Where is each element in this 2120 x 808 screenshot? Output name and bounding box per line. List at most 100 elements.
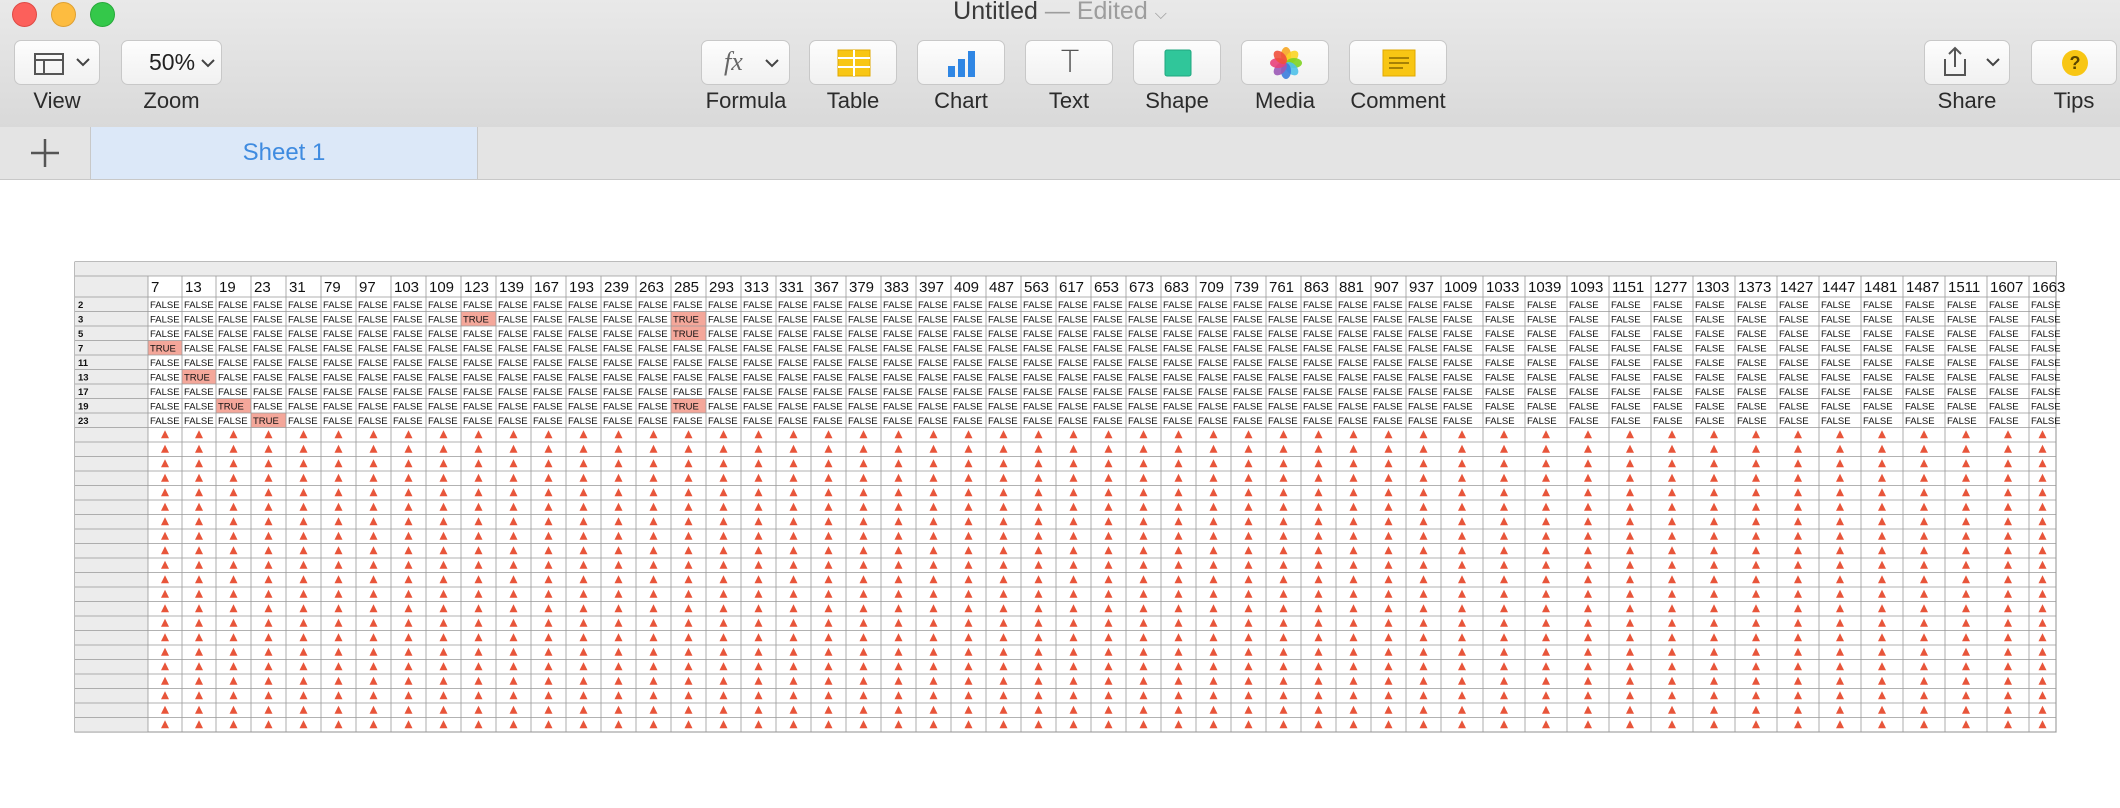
table-cell: FALSE	[1905, 358, 1935, 369]
column-header-cell: 397	[919, 279, 944, 296]
table-cell: FALSE	[323, 416, 353, 427]
column-reference-bar	[75, 262, 2056, 276]
table-cell: FALSE	[323, 315, 353, 326]
table-cell: FALSE	[953, 344, 983, 355]
table-cell: FALSE	[1338, 358, 1368, 369]
table-cell: FALSE	[1198, 416, 1228, 427]
table-cell: FALSE	[1023, 373, 1053, 384]
table-cell: FALSE	[988, 344, 1018, 355]
table-cell: TRUE	[673, 315, 699, 326]
table-cell: TRUE	[184, 373, 210, 384]
table-cell: FALSE	[1611, 358, 1641, 369]
table-cell: FALSE	[1408, 373, 1438, 384]
column-header-cell: 79	[324, 279, 341, 296]
table-cell: FALSE	[708, 387, 738, 398]
table-cell: FALSE	[218, 416, 248, 427]
table-cell: FALSE	[253, 387, 283, 398]
table-cell: FALSE	[1989, 387, 2019, 398]
table-cell: FALSE	[1023, 300, 1053, 311]
table-cell: FALSE	[813, 416, 843, 427]
row-header-cell: 5	[78, 329, 84, 340]
column-header-cell: 863	[1304, 279, 1329, 296]
table-cell: FALSE	[1058, 387, 1088, 398]
table-cell: FALSE	[428, 387, 458, 398]
table-cell: FALSE	[1163, 402, 1193, 413]
column-header-cell: 1373	[1738, 279, 1771, 296]
table-cell: FALSE	[498, 358, 528, 369]
table-cell: FALSE	[1779, 402, 1809, 413]
table-cell: FALSE	[1569, 373, 1599, 384]
table-cell: FALSE	[1653, 402, 1683, 413]
table-cell: FALSE	[1198, 329, 1228, 340]
table-cell: FALSE	[184, 358, 214, 369]
column-header-cell: 563	[1024, 279, 1049, 296]
table-cell: FALSE	[1023, 344, 1053, 355]
table-cell: FALSE	[1989, 344, 2019, 355]
table-cell: FALSE	[1303, 373, 1333, 384]
table-cell: FALSE	[1443, 402, 1473, 413]
table-cell: FALSE	[1779, 344, 1809, 355]
column-header-cell: 761	[1269, 279, 1294, 296]
table-cell: TRUE	[253, 416, 279, 427]
table-cell: FALSE	[1338, 387, 1368, 398]
table-cell: FALSE	[1443, 387, 1473, 398]
table-cell: FALSE	[1128, 387, 1158, 398]
table-cell: FALSE	[1611, 416, 1641, 427]
table-cell: FALSE	[428, 329, 458, 340]
table-cell: FALSE	[1485, 402, 1515, 413]
table-cell: FALSE	[603, 344, 633, 355]
table-cell: FALSE	[463, 402, 493, 413]
table-cell: FALSE	[1093, 329, 1123, 340]
table-cell: FALSE	[2031, 416, 2061, 427]
table-cell: TRUE	[218, 402, 244, 413]
table-cell: FALSE	[533, 344, 563, 355]
table-cell: FALSE	[533, 358, 563, 369]
table-cell: FALSE	[638, 358, 668, 369]
table-cell: FALSE	[358, 358, 388, 369]
table-cell: FALSE	[1408, 300, 1438, 311]
table-cell: FALSE	[813, 373, 843, 384]
table-cell: FALSE	[883, 329, 913, 340]
table-cell: FALSE	[1023, 315, 1053, 326]
table-cell: FALSE	[1058, 402, 1088, 413]
table-cell: FALSE	[1485, 358, 1515, 369]
table-cell: FALSE	[1863, 416, 1893, 427]
table-cell: FALSE	[1653, 358, 1683, 369]
column-header-cell: 1427	[1780, 279, 1813, 296]
table-cell: FALSE	[673, 373, 703, 384]
table-cell: FALSE	[1737, 315, 1767, 326]
table-cell: FALSE	[1821, 402, 1851, 413]
table-cell: FALSE	[288, 387, 318, 398]
row-header-cell: 17	[78, 387, 89, 398]
table-cell: FALSE	[253, 373, 283, 384]
table-cell: FALSE	[1373, 300, 1403, 311]
table-cell: FALSE	[150, 402, 180, 413]
column-header-cell: 1151	[1612, 279, 1644, 296]
table-cell: FALSE	[743, 387, 773, 398]
spreadsheet-table[interactable]: 7 13 19 23 31 79 97 103 109 123 139 167 193 239 263 285…	[0, 0, 2120, 808]
table-cell: FALSE	[428, 344, 458, 355]
table-cell: FALSE	[638, 329, 668, 340]
table-cell: FALSE	[1485, 416, 1515, 427]
table-cell: FALSE	[1863, 329, 1893, 340]
table-cell: FALSE	[988, 329, 1018, 340]
table-cell: FALSE	[150, 315, 180, 326]
table-cell: FALSE	[813, 402, 843, 413]
table-cell: FALSE	[288, 358, 318, 369]
column-header-cell: 23	[254, 279, 271, 296]
table-cell: FALSE	[1303, 402, 1333, 413]
table-cell: FALSE	[1947, 416, 1977, 427]
table-cell: FALSE	[603, 416, 633, 427]
table-cell: FALSE	[568, 344, 598, 355]
table-cell: FALSE	[1821, 344, 1851, 355]
table-cell: FALSE	[603, 300, 633, 311]
table-cell: FALSE	[1611, 402, 1641, 413]
column-header-cell: 1607	[1990, 279, 2023, 296]
table-cell: FALSE	[1989, 416, 2019, 427]
table-cell: FALSE	[1093, 416, 1123, 427]
table-cell: FALSE	[708, 402, 738, 413]
table-cell: FALSE	[393, 329, 423, 340]
table-cell: FALSE	[184, 387, 214, 398]
table-cell: FALSE	[918, 329, 948, 340]
table-cell: FALSE	[1023, 329, 1053, 340]
